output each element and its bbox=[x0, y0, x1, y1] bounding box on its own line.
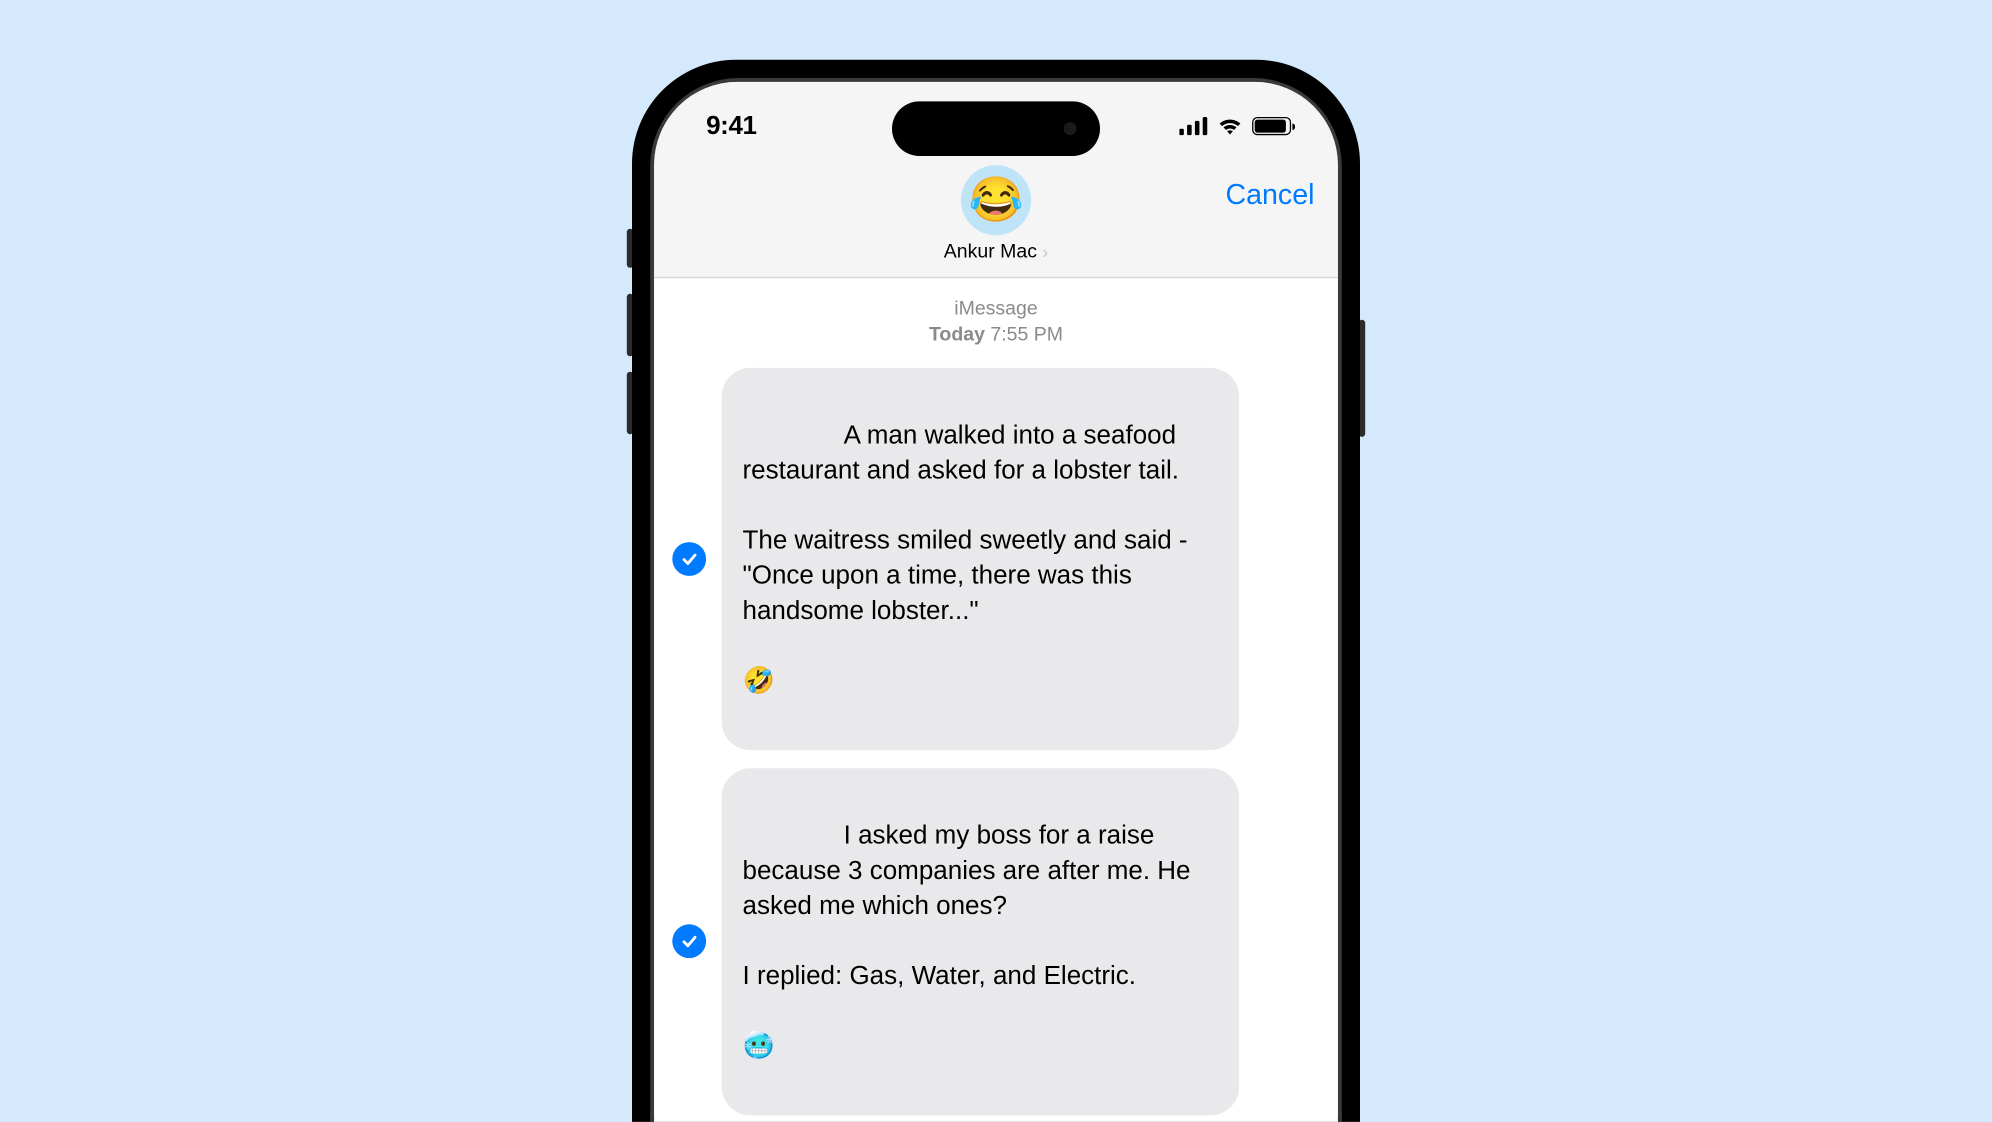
thread-timestamp: iMessage Today 7:55 PM bbox=[672, 296, 1319, 349]
contact-avatar[interactable]: 😂 bbox=[961, 165, 1031, 235]
phone-screen: 9:41 😂 bbox=[654, 82, 1338, 1122]
dynamic-island bbox=[892, 101, 1100, 156]
message-bubble[interactable]: I asked my boss for a raise because 3 co… bbox=[722, 768, 1239, 1115]
message-bubble[interactable]: A man walked into a seafood restaurant a… bbox=[722, 367, 1239, 749]
message-text: I asked my boss for a raise because 3 co… bbox=[743, 821, 1198, 1060]
selection-checkmark[interactable] bbox=[672, 541, 706, 575]
message-text: A man walked into a seafood restaurant a… bbox=[743, 421, 1195, 695]
battery-icon bbox=[1252, 117, 1291, 135]
cellular-signal-icon bbox=[1179, 117, 1208, 135]
contact-name-label: Ankur Mac bbox=[944, 240, 1037, 262]
selection-checkmark[interactable] bbox=[672, 924, 706, 958]
conversation-header: 😂 Ankur Mac › Cancel bbox=[654, 160, 1338, 278]
status-time: 9:41 bbox=[706, 101, 756, 141]
contact-name-button[interactable]: Ankur Mac › bbox=[944, 240, 1048, 262]
message-row: I asked my boss for a raise because 3 co… bbox=[672, 768, 1319, 1115]
message-row: A man walked into a seafood restaurant a… bbox=[672, 367, 1319, 749]
avatar-emoji: 😂 bbox=[968, 174, 1023, 226]
iphone-device-frame: 9:41 😂 bbox=[632, 60, 1360, 1122]
wifi-icon bbox=[1217, 117, 1243, 135]
chevron-right-icon: › bbox=[1042, 241, 1048, 262]
message-thread: iMessage Today 7:55 PM A man walked into… bbox=[654, 278, 1338, 1115]
thread-time: 7:55 PM bbox=[990, 324, 1063, 346]
date-prefix: Today bbox=[929, 324, 985, 346]
service-label: iMessage bbox=[954, 298, 1037, 320]
cancel-button[interactable]: Cancel bbox=[1225, 178, 1314, 212]
